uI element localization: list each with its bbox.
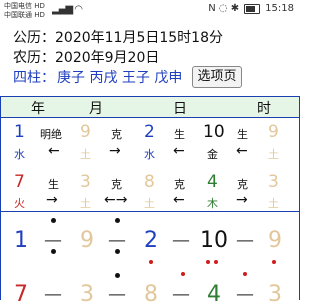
- row1-rel-2: 克: [111, 128, 122, 141]
- row3-red-dot: [214, 260, 218, 264]
- row1-day-number: 2: [144, 122, 155, 142]
- row1-arrow-4: ←: [236, 143, 248, 159]
- row3-red-dot: [272, 260, 276, 264]
- row1-arrow-1: ←: [48, 143, 60, 159]
- row4-number-5: 3: [268, 282, 282, 307]
- status-bar: 中国电信 HD 中国联通 HD ▂▄▆ ◠ N ◌ ✱ 15:18: [0, 0, 300, 22]
- row4-number-1: 7: [14, 282, 28, 307]
- row1-year-element: 水: [14, 148, 25, 161]
- row2-rel-3: 克: [174, 178, 185, 191]
- row4-red-dot: [181, 272, 185, 276]
- row3-number-5: 9: [268, 228, 282, 253]
- row4-number-4: 4: [207, 282, 221, 307]
- row1-arrow-2: →: [109, 143, 121, 159]
- row2-year-element: 火: [14, 197, 25, 210]
- row4-dash-3: —: [172, 284, 190, 305]
- grid-line-header: [0, 117, 300, 118]
- row3-dot: [115, 218, 120, 223]
- row3-dash-2: —: [108, 230, 126, 251]
- grid-line-left: [0, 96, 1, 300]
- row2-arrow-1: →: [46, 192, 58, 208]
- row3-dot: [51, 218, 56, 223]
- row2-arrow-2: ←→: [104, 192, 128, 208]
- row1-month-number: 9: [80, 122, 91, 142]
- sizhu-label: 四柱：: [13, 70, 55, 86]
- row1-hour-element: 金: [207, 148, 218, 161]
- row4-dot: [115, 273, 120, 278]
- row4-dash-4: —: [236, 284, 254, 305]
- row4-dash-2: —: [108, 284, 126, 305]
- row3-dot: [51, 249, 56, 254]
- row3-number-1: 1: [14, 228, 28, 253]
- row4-red-dot: [243, 272, 247, 276]
- carrier-2: 中国联通 HD: [4, 11, 45, 19]
- row2-month-number: 3: [80, 172, 91, 192]
- header-month: 月: [89, 101, 103, 117]
- row1-extra-number: 9: [268, 122, 279, 142]
- row2-day-element: 土: [144, 197, 155, 210]
- row3-number-4: 10: [200, 228, 228, 253]
- row1-year-number: 1: [14, 122, 25, 142]
- status-right: N ◌ ✱ 15:18: [208, 3, 294, 14]
- row2-extra-number: 3: [268, 172, 279, 192]
- row2-extra-element: 土: [268, 197, 279, 210]
- row2-arrow-4: →: [236, 192, 248, 208]
- row2-rel-2: 克: [111, 178, 122, 191]
- header-year: 年: [31, 101, 45, 117]
- row2-hour-element: 木: [207, 197, 218, 210]
- battery-icon: [244, 3, 261, 14]
- row3-number-2: 9: [80, 228, 94, 253]
- row3-red-dot: [149, 260, 153, 264]
- row1-rel-1: 明绝: [40, 128, 62, 141]
- carrier-1: 中国电信 HD: [4, 2, 45, 10]
- row2-year-number: 7: [14, 172, 25, 192]
- row1-rel-3: 生: [174, 128, 185, 141]
- status-time: 15:18: [265, 3, 294, 14]
- row4-dash-1: —: [44, 284, 62, 305]
- row3-dash-1: —: [44, 230, 62, 251]
- status-icons: N ◌ ✱: [208, 3, 240, 14]
- row2-hour-number: 4: [207, 172, 218, 192]
- sizhu-values: 庚子 丙戌 王子 戊申: [57, 70, 183, 86]
- row1-month-element: 土: [80, 148, 91, 161]
- row1-rel-4: 生: [237, 128, 248, 141]
- row3-dot: [115, 249, 120, 254]
- grid-line-right: [299, 96, 300, 300]
- signal-wifi-icon: ▂▄▆ ◠: [52, 4, 83, 15]
- header-row: 年 月 日 时: [1, 97, 299, 117]
- row3-dash-4: —: [236, 230, 254, 251]
- row2-month-element: 土: [80, 197, 91, 210]
- row2-rel-4: 克: [237, 178, 248, 191]
- carrier-info: 中国电信 HD 中国联通 HD: [4, 2, 45, 20]
- row4-number-2: 3: [80, 282, 94, 307]
- gongli-line: 公历：2020年11月5日15时18分: [13, 30, 223, 46]
- row4-number-3: 8: [144, 282, 158, 307]
- nongli-line: 农历：2020年9月20日: [13, 50, 160, 66]
- row3-dash-3: —: [172, 230, 190, 251]
- grid-line-mid: [0, 211, 300, 212]
- sizhu-line: 四柱： 庚子 丙戌 王子 戊申: [13, 67, 182, 87]
- row1-hour-number: 10: [203, 122, 225, 142]
- header-hour: 时: [257, 101, 271, 117]
- chart-grid: 年 月 日 时 1 水 明绝 ← 9 土 克 → 2 水 生 ← 10 金 生 …: [0, 96, 300, 307]
- row3-red-dot: [206, 260, 210, 264]
- options-button[interactable]: 选项页: [192, 66, 242, 88]
- row3-number-3: 2: [144, 228, 158, 253]
- row2-day-number: 8: [144, 172, 155, 192]
- header-day: 日: [173, 101, 187, 117]
- row1-day-element: 水: [144, 148, 155, 161]
- row2-rel-1: 生: [48, 178, 59, 191]
- row1-extra-element: 土: [268, 148, 279, 161]
- row2-arrow-3: ←: [173, 192, 185, 208]
- row1-arrow-3: ←: [173, 143, 185, 159]
